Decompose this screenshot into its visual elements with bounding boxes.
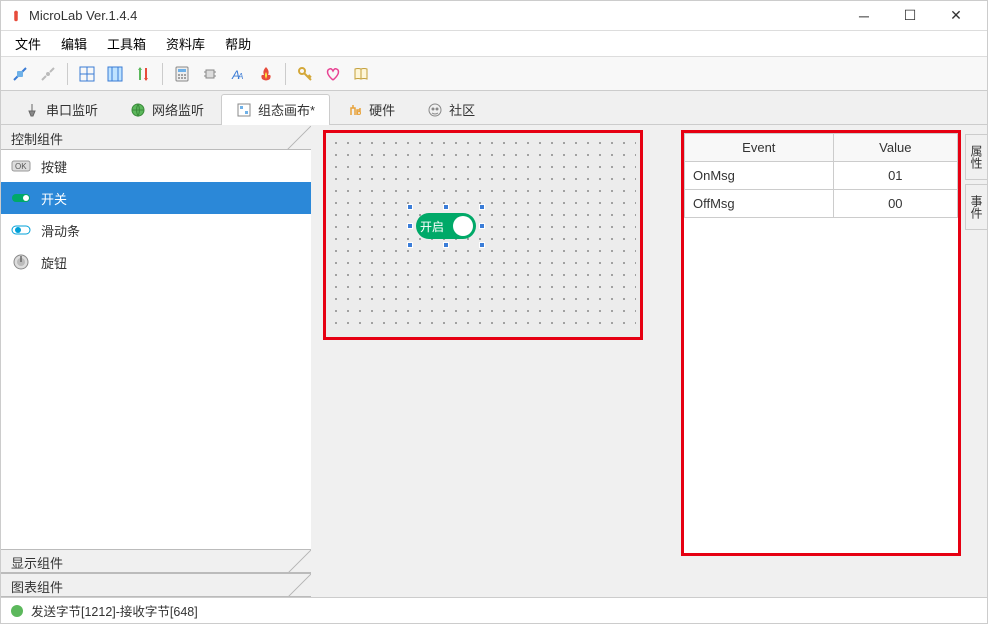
table-row[interactable]: OnMsg 01 xyxy=(685,162,958,190)
cell-event: OnMsg xyxy=(685,162,834,190)
app-icon xyxy=(9,9,23,23)
tab-community[interactable]: 社区 xyxy=(412,94,490,124)
cell-event: OffMsg xyxy=(685,190,834,218)
svg-text:OK: OK xyxy=(15,162,27,171)
grid1-icon[interactable] xyxy=(74,61,100,87)
flame-icon[interactable] xyxy=(253,61,279,87)
component-button-label: 按键 xyxy=(41,157,67,176)
dot-grid xyxy=(330,137,636,333)
disconnect-icon[interactable] xyxy=(35,61,61,87)
table-row[interactable]: OffMsg 00 xyxy=(685,190,958,218)
side-tabs: 属性 事件 xyxy=(965,126,987,597)
toolbar: AA xyxy=(1,57,987,91)
serial-icon xyxy=(24,102,40,118)
panel-header-control[interactable]: 控制组件 xyxy=(1,126,311,150)
component-switch-label: 开关 xyxy=(41,189,67,208)
left-panel: 控制组件 OK 按键 开关 滑动条 旋钮 xyxy=(1,126,311,597)
tab-hardware-label: 硬件 xyxy=(369,100,395,119)
properties-frame: Event Value OnMsg 01 OffMsg 00 xyxy=(681,130,961,556)
canvas-area: 开启 xyxy=(311,126,681,597)
panel-header-chart[interactable]: 图表组件 xyxy=(1,573,311,597)
col-event[interactable]: Event xyxy=(685,134,834,162)
canvas-frame[interactable]: 开启 xyxy=(323,130,643,340)
component-slider[interactable]: 滑动条 xyxy=(1,214,311,246)
button-icon: OK xyxy=(11,158,31,174)
canvas-icon xyxy=(236,102,252,118)
svg-text:A: A xyxy=(237,72,243,81)
menu-database[interactable]: 资料库 xyxy=(156,31,215,56)
component-switch[interactable]: 开关 xyxy=(1,182,311,214)
bottom-headers: 显示组件 图表组件 xyxy=(1,549,311,597)
book-icon[interactable] xyxy=(348,61,374,87)
calculator-icon[interactable] xyxy=(169,61,195,87)
knob-icon xyxy=(11,254,31,270)
separator xyxy=(285,63,286,85)
window-title: MicroLab Ver.1.4.4 xyxy=(29,8,841,23)
selection-handles[interactable] xyxy=(410,207,482,245)
font-icon[interactable]: AA xyxy=(225,61,251,87)
tab-network-label: 网络监听 xyxy=(152,100,204,119)
community-icon xyxy=(427,102,443,118)
side-tab-properties[interactable]: 属性 xyxy=(965,134,987,180)
right-panel: Event Value OnMsg 01 OffMsg 00 属性 xyxy=(681,126,987,597)
col-value[interactable]: Value xyxy=(833,134,957,162)
maximize-button[interactable]: ☐ xyxy=(887,1,933,31)
close-button[interactable]: ✕ xyxy=(933,1,979,31)
component-list: OK 按键 开关 滑动条 旋钮 xyxy=(1,150,311,597)
arrows-icon[interactable] xyxy=(130,61,156,87)
separator xyxy=(67,63,68,85)
menu-help[interactable]: 帮助 xyxy=(215,31,261,56)
tab-serial[interactable]: 串口监听 xyxy=(9,94,113,124)
status-text: 发送字节[1212]-接收字节[648] xyxy=(31,601,198,620)
network-icon xyxy=(130,102,146,118)
properties-table: Event Value OnMsg 01 OffMsg 00 xyxy=(684,133,958,218)
component-knob[interactable]: 旋钮 xyxy=(1,246,311,278)
switch-icon xyxy=(11,190,31,206)
tab-community-label: 社区 xyxy=(449,100,475,119)
tab-serial-label: 串口监听 xyxy=(46,100,98,119)
grid2-icon[interactable] xyxy=(102,61,128,87)
titlebar: MicroLab Ver.1.4.4 ─ ☐ ✕ xyxy=(1,1,987,31)
component-knob-label: 旋钮 xyxy=(41,253,67,272)
menu-file[interactable]: 文件 xyxy=(5,31,51,56)
chip-icon[interactable] xyxy=(197,61,223,87)
workspace: 控制组件 OK 按键 开关 滑动条 旋钮 开启 xyxy=(1,126,987,597)
component-slider-label: 滑动条 xyxy=(41,221,80,240)
minimize-button[interactable]: ─ xyxy=(841,1,887,31)
tabbar: 串口监听 网络监听 组态画布* 硬件 社区 xyxy=(1,91,987,125)
side-tab-events[interactable]: 事件 xyxy=(965,184,987,230)
tab-canvas-label: 组态画布* xyxy=(258,100,315,119)
cell-value[interactable]: 01 xyxy=(833,162,957,190)
heart-icon[interactable] xyxy=(320,61,346,87)
hardware-icon xyxy=(347,102,363,118)
status-indicator-icon xyxy=(11,605,23,617)
statusbar: 发送字节[1212]-接收字节[648] xyxy=(1,597,987,623)
component-button[interactable]: OK 按键 xyxy=(1,150,311,182)
tab-network[interactable]: 网络监听 xyxy=(115,94,219,124)
key-icon[interactable] xyxy=(292,61,318,87)
menubar: 文件 编辑 工具箱 资料库 帮助 xyxy=(1,31,987,57)
separator xyxy=(162,63,163,85)
cell-value[interactable]: 00 xyxy=(833,190,957,218)
tab-canvas[interactable]: 组态画布* xyxy=(221,94,330,124)
tab-hardware[interactable]: 硬件 xyxy=(332,94,410,124)
slider-icon xyxy=(11,222,31,238)
panel-header-display[interactable]: 显示组件 xyxy=(1,549,311,573)
menu-edit[interactable]: 编辑 xyxy=(51,31,97,56)
menu-toolbox[interactable]: 工具箱 xyxy=(97,31,156,56)
connect-icon[interactable] xyxy=(7,61,33,87)
